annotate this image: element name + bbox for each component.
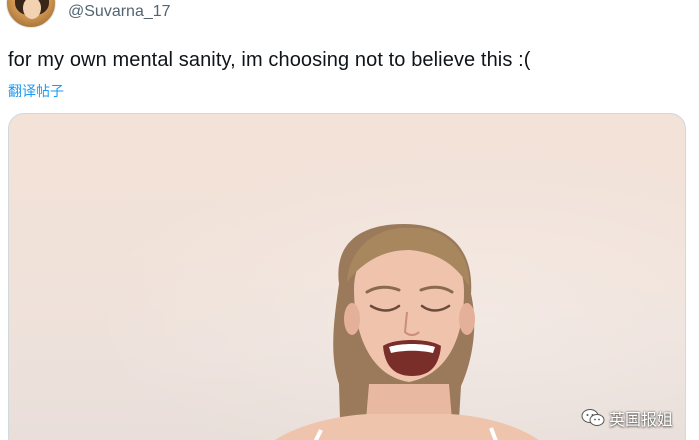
tweet-text: for my own mental sanity, im choosing no…	[8, 49, 531, 71]
user-avatar[interactable]	[6, 0, 56, 28]
tweet-media-video[interactable]: 英国报姐	[8, 113, 686, 440]
media-person-image	[275, 224, 539, 440]
tweet-card: @Suvarna_17 for my own mental sanity, im…	[0, 0, 699, 440]
translate-post-link[interactable]: 翻译帖子	[8, 81, 64, 101]
user-handle[interactable]: @Suvarna_17	[68, 3, 171, 21]
watermark: 英国报姐	[581, 406, 673, 430]
wechat-icon	[581, 409, 605, 426]
watermark-label: 英国报姐	[608, 410, 673, 429]
avatar-face	[23, 0, 41, 19]
